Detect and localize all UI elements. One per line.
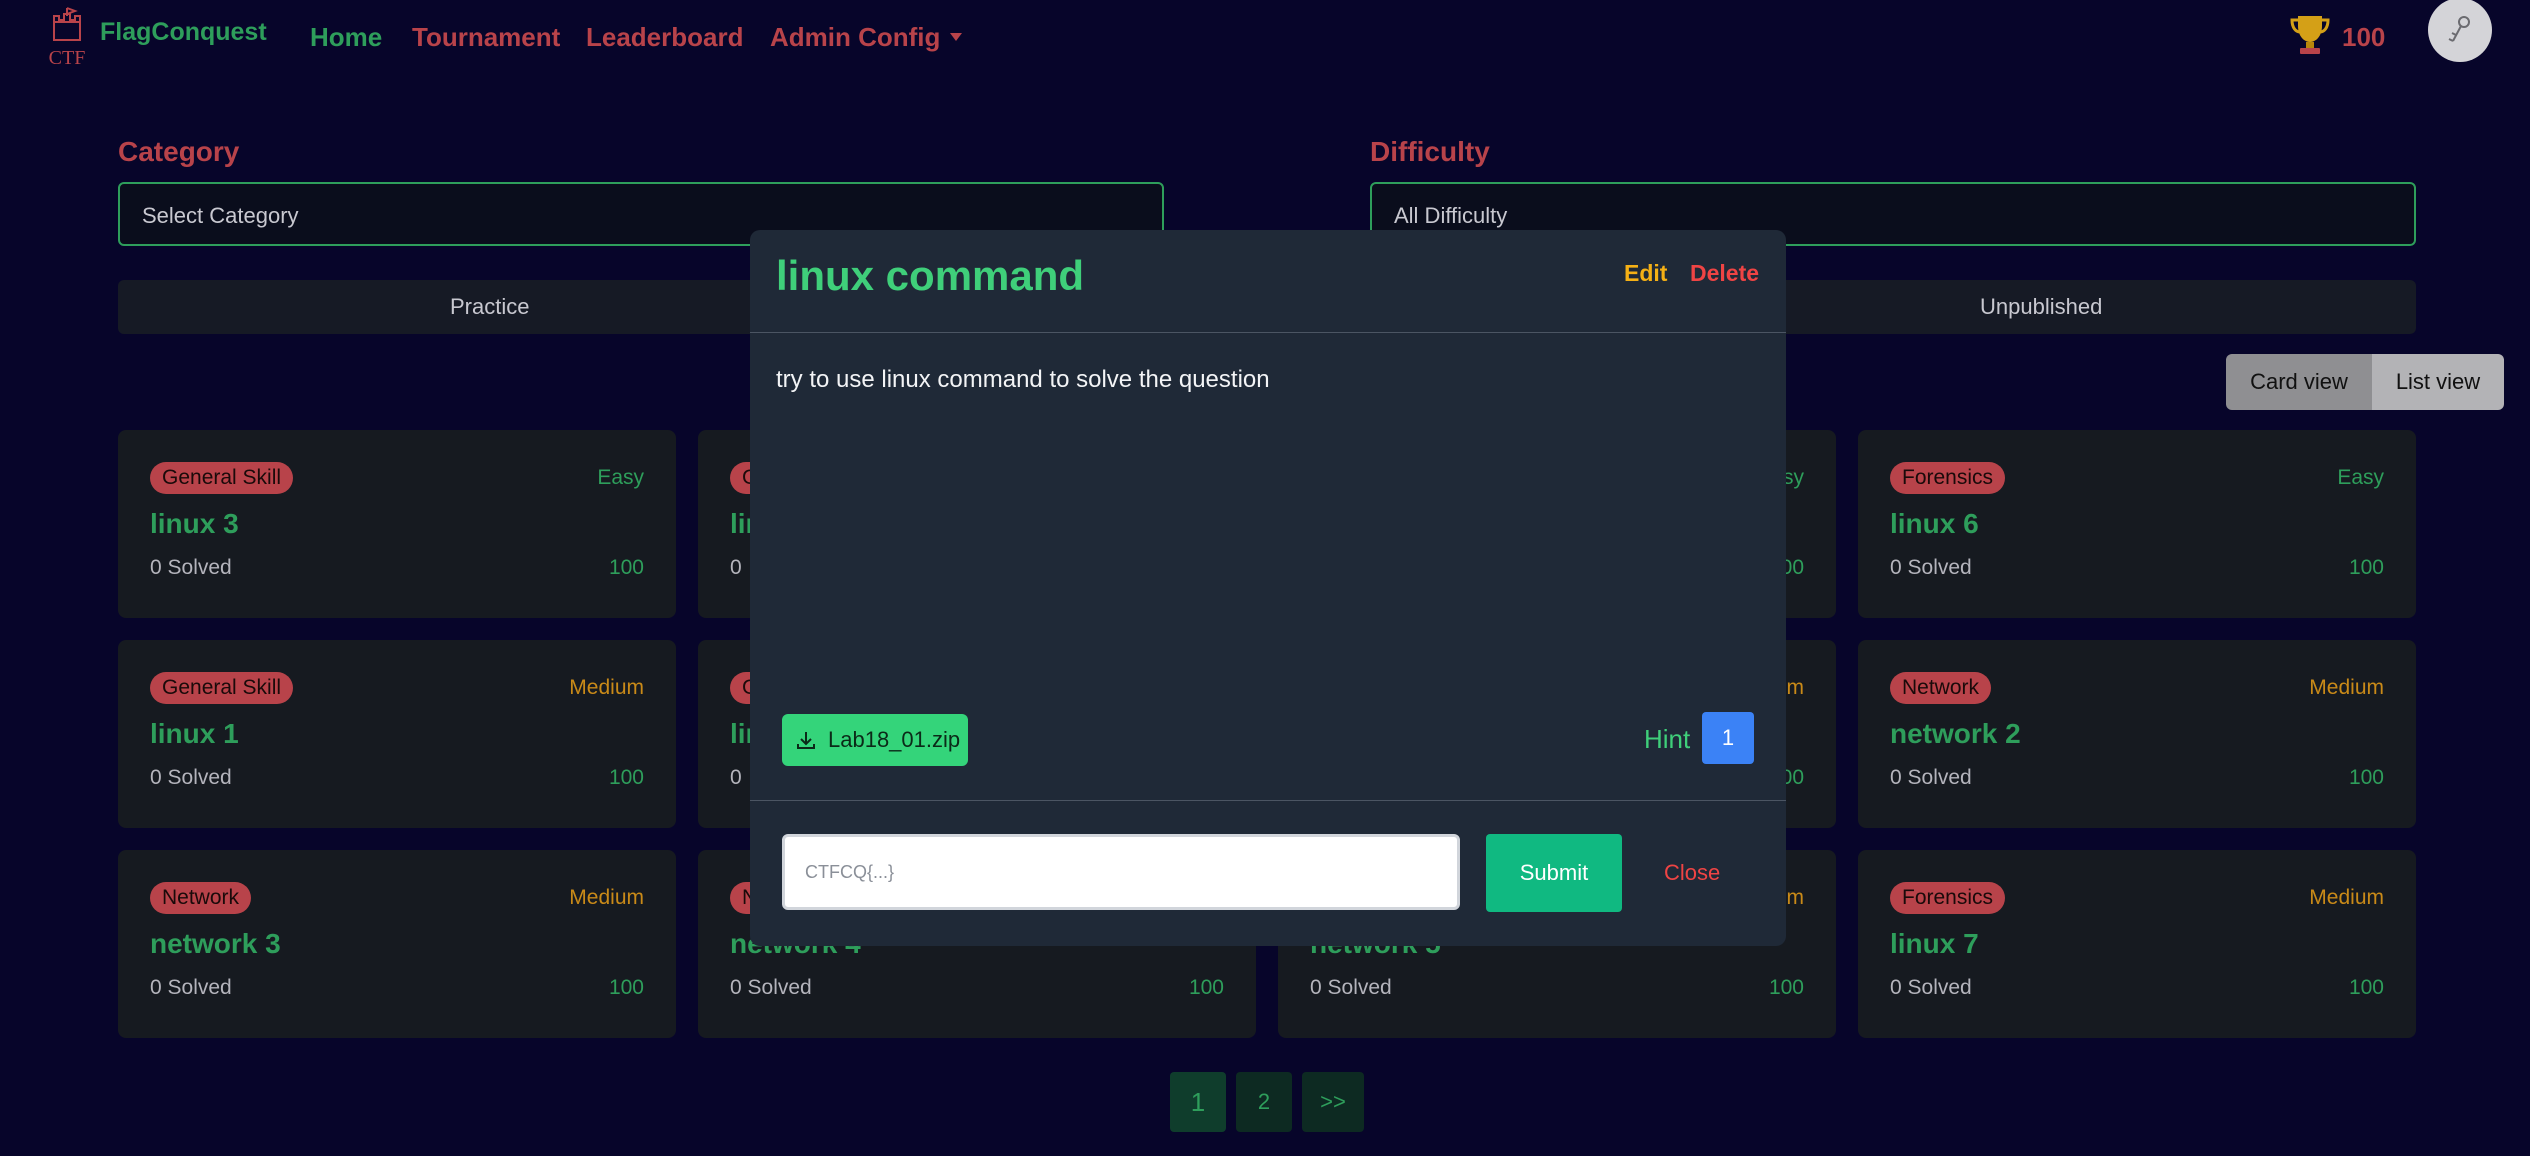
- difficulty-label: Medium: [569, 886, 644, 909]
- difficulty-label: sy: [1783, 466, 1804, 489]
- difficulty-label: m: [1786, 886, 1805, 909]
- nav-tournament-link[interactable]: Tournament: [412, 22, 560, 53]
- category-badge: Network: [1890, 672, 1992, 704]
- admin-config-label: Admin Config: [770, 22, 941, 52]
- divider: [750, 800, 1786, 801]
- card-view-button[interactable]: Card view: [2226, 354, 2372, 410]
- difficulty-label: Medium: [569, 676, 644, 699]
- flag-input[interactable]: CTFCQ{...}: [782, 834, 1460, 910]
- modal-description: try to use linux command to solve the qu…: [776, 366, 1270, 393]
- challenge-title: linux 7: [1890, 928, 1979, 959]
- difficulty-label: Medium: [2309, 886, 2384, 909]
- view-toggle: Card view List view: [2226, 354, 2504, 410]
- solved-count: 0 Solved: [1890, 976, 1972, 999]
- challenge-points: 100: [2348, 556, 2384, 579]
- brand-name[interactable]: FlagConquest: [100, 18, 267, 47]
- submit-button[interactable]: Submit: [1486, 834, 1622, 912]
- challenge-card[interactable]: General Skill Easy linux 3 0 Solved 100: [118, 430, 676, 618]
- challenge-points: 100: [2348, 766, 2384, 789]
- divider: [750, 332, 1786, 333]
- download-file-button[interactable]: Lab18_01.zip: [782, 714, 968, 766]
- logo-icon[interactable]: CTF: [40, 6, 94, 66]
- modal-title: linux command: [776, 252, 1085, 299]
- next-page-button[interactable]: >>: [1302, 1072, 1364, 1132]
- challenge-card[interactable]: Forensics Easy linux 6 0 Solved 100: [1858, 430, 2416, 618]
- challenge-title: network 3: [150, 928, 281, 959]
- challenge-title: linux 6: [1890, 508, 1979, 539]
- top-navbar: CTF FlagConquest Home Tournament Leaderb…: [0, 0, 2530, 80]
- avatar[interactable]: [2428, 0, 2492, 62]
- category-badge: Forensics: [1890, 462, 2006, 494]
- avatar-icon: [2448, 16, 2470, 42]
- challenge-card[interactable]: General Skill Medium linux 1 0 Solved 100: [118, 640, 676, 828]
- solved-count: 0 Solved: [730, 976, 812, 999]
- challenge-points: 100: [2348, 976, 2384, 999]
- challenge-card[interactable]: Network Medium network 2 0 Solved 100: [1858, 640, 2416, 828]
- challenge-card[interactable]: Forensics Medium linux 7 0 Solved 100: [1858, 850, 2416, 1038]
- close-button[interactable]: Close: [1664, 860, 1720, 886]
- nav-admin-config-dropdown[interactable]: Admin Config: [770, 22, 963, 53]
- solved-count: 0 Solved: [150, 556, 232, 579]
- difficulty-label: m: [1786, 676, 1805, 699]
- edit-button[interactable]: Edit: [1624, 260, 1667, 287]
- nav-home-link[interactable]: Home: [310, 22, 382, 53]
- tab-unpublished[interactable]: Unpublished: [1980, 294, 2102, 320]
- challenge-points: 100: [608, 556, 644, 579]
- difficulty-label: Easy: [2337, 466, 2384, 489]
- challenge-title: linux 1: [150, 718, 239, 749]
- user-score: 100: [2342, 22, 2386, 52]
- solved-count: 0 Solved: [1310, 976, 1392, 999]
- challenge-card[interactable]: Network Medium network 3 0 Solved 100: [118, 850, 676, 1038]
- solved-count: 0 Solved: [150, 766, 232, 789]
- download-icon: [797, 732, 815, 749]
- chevron-down-icon: [950, 33, 963, 42]
- challenge-points: 100: [1768, 976, 1804, 999]
- category-badge: General Skill: [150, 462, 294, 494]
- nav-leaderboard-link[interactable]: Leaderboard: [586, 22, 744, 53]
- difficulty-label: Difficulty: [1370, 136, 1490, 167]
- tab-practice[interactable]: Practice: [450, 294, 529, 320]
- page-1-button[interactable]: 1: [1170, 1072, 1226, 1132]
- solved-count: 0: [730, 766, 742, 789]
- category-badge: General Skill: [150, 672, 294, 704]
- hint-1-button[interactable]: 1: [1702, 712, 1754, 764]
- hint-label: Hint: [1644, 724, 1691, 754]
- category-badge: Network: [150, 882, 252, 914]
- file-name: Lab18_01.zip: [828, 727, 961, 752]
- svg-text:CTF: CTF: [49, 47, 86, 66]
- solved-count: 0 Solved: [1890, 766, 1972, 789]
- solved-count: 0: [730, 556, 742, 579]
- challenge-title: linux 3: [150, 508, 239, 539]
- difficulty-label: Medium: [2309, 676, 2384, 699]
- delete-button[interactable]: Delete: [1690, 260, 1759, 287]
- challenge-points: 100: [1188, 976, 1224, 999]
- challenge-points: 100: [608, 976, 644, 999]
- trophy-icon: [2290, 16, 2330, 54]
- difficulty-label: Easy: [597, 466, 644, 489]
- solved-count: 0 Solved: [1890, 556, 1972, 579]
- category-badge: Forensics: [1890, 882, 2006, 914]
- challenge-modal: linux command Edit Delete try to use lin…: [750, 230, 1786, 946]
- challenge-title: network 2: [1890, 718, 2021, 749]
- list-view-button[interactable]: List view: [2372, 354, 2504, 410]
- solved-count: 0 Solved: [150, 976, 232, 999]
- category-label: Category: [118, 136, 240, 167]
- challenge-points: 100: [608, 766, 644, 789]
- page-2-button[interactable]: 2: [1236, 1072, 1292, 1132]
